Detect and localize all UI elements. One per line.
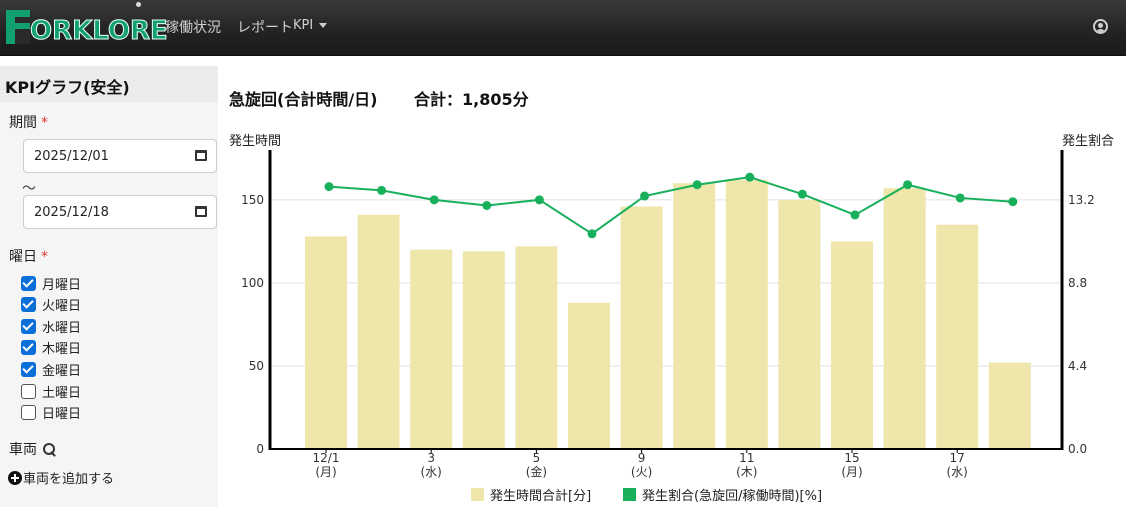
x-tick-label: 12/1: [313, 451, 340, 465]
y2-tick-label: 4.4: [1068, 359, 1087, 373]
rate-point-12/17: [955, 193, 965, 203]
bar-12/8: [568, 302, 610, 449]
legend-swatch-bar: [471, 488, 484, 501]
bar-12/5: [515, 246, 558, 449]
bar-12/18: [988, 362, 1031, 449]
y2-tick-label: 13.2: [1068, 193, 1095, 207]
x-tick-label: 9: [638, 451, 646, 465]
rate-point-12/15: [850, 210, 860, 220]
bar-12/17: [936, 224, 979, 449]
legend-label-bar: 発生時間合計[分]: [490, 488, 591, 504]
bar-12/12: [778, 199, 821, 449]
rate-point-12/8: [587, 229, 597, 239]
rate-point-12/10: [692, 180, 702, 190]
bar-12/1: [305, 236, 347, 449]
x-tick-day-label: (月): [841, 465, 862, 479]
bar-12/9: [620, 206, 663, 449]
bar-12/16: [883, 188, 926, 449]
rate-point-12/3: [429, 195, 439, 205]
legend-label-line: 発生割合(急旋回/稼働時間)[%]: [642, 488, 822, 504]
legend-swatch-line: [623, 488, 636, 501]
x-tick-label: 11: [739, 451, 754, 465]
rate-point-12/16: [903, 180, 913, 190]
kpi-chart: 発生時間 発生割合0501001500.04.48.813.212/1(月)3(水…: [229, 133, 1114, 504]
bar-12/3: [410, 249, 453, 449]
x-tick-label: 17: [950, 451, 965, 465]
bar-12/15: [831, 241, 873, 449]
rate-point-12/5: [534, 195, 544, 205]
rate-point-12/12: [797, 189, 807, 199]
y2-axis-title: 発生割合: [1062, 133, 1114, 149]
rate-point-12/2: [377, 185, 387, 195]
y-tick-label: 100: [241, 276, 264, 290]
y-tick-label: 150: [241, 193, 264, 207]
x-tick-label: 5: [533, 451, 541, 465]
x-tick-day-label: (金): [526, 464, 547, 479]
x-tick-day-label: (水): [947, 465, 968, 479]
x-tick-day-label: (水): [421, 465, 442, 479]
bar-12/4: [462, 251, 505, 449]
bar-12/2: [357, 214, 400, 449]
rate-point-12/9: [640, 191, 650, 201]
y2-tick-label: 8.8: [1068, 276, 1087, 290]
y2-tick-label: 0.0: [1068, 442, 1087, 456]
rate-point-12/1: [324, 182, 334, 192]
rate-point-12/18: [1008, 197, 1018, 207]
x-tick-day-label: (火): [631, 465, 652, 479]
x-tick-label: 3: [427, 451, 435, 465]
rate-point-12/4: [482, 200, 492, 210]
x-tick-day-label: (木): [736, 465, 757, 479]
rate-point-12/11: [745, 172, 755, 182]
y-tick-label: 50: [249, 359, 264, 373]
x-tick-day-label: (月): [315, 465, 336, 479]
x-tick-label: 15: [844, 451, 859, 465]
bar-12/11: [725, 179, 768, 449]
y-tick-label: 0: [256, 442, 264, 456]
bar-12/10: [673, 183, 716, 449]
y-axis-title: 発生時間: [229, 134, 281, 149]
